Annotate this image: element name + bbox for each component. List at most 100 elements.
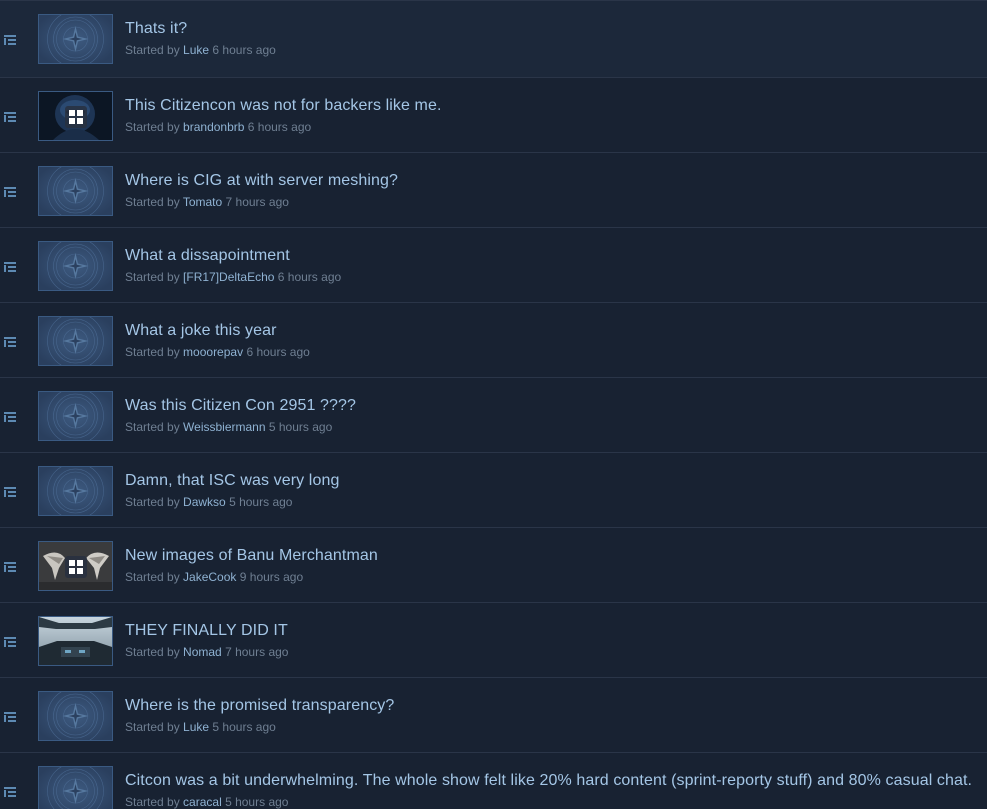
image-gallery-icon <box>65 556 87 578</box>
thread-title[interactable]: Where is CIG at with server meshing? <box>125 172 398 190</box>
thread-row-3[interactable]: Where is CIG at with server meshing? Sta… <box>0 152 987 227</box>
started-by-label: Started by <box>125 420 180 434</box>
thread-row-1[interactable]: Thats it? Started by Luke 6 hours ago <box>0 0 987 77</box>
thread-meta: Started by Luke 6 hours ago <box>125 43 276 57</box>
thread-title[interactable]: What a joke this year <box>125 322 277 340</box>
cockpit-screenshot-icon <box>39 617 112 665</box>
thread-list: Thats it? Started by Luke 6 hours ago Th… <box>0 0 987 809</box>
thread-time: 6 hours ago <box>212 43 276 57</box>
started-by-label: Started by <box>125 43 180 57</box>
discussion-list-icon[interactable] <box>4 32 16 45</box>
thread-meta: Started by [FR17]DeltaEcho 6 hours ago <box>125 270 341 284</box>
started-by-label: Started by <box>125 120 180 134</box>
thread-meta: Started by JakeCook 9 hours ago <box>125 570 303 584</box>
started-by-label: Started by <box>125 495 180 509</box>
thread-thumbnail[interactable] <box>38 541 113 591</box>
started-by-label: Started by <box>125 270 180 284</box>
thread-author[interactable]: Nomad <box>183 645 222 659</box>
discussion-list-icon[interactable] <box>4 559 16 572</box>
thread-meta: Started by Nomad 7 hours ago <box>125 645 288 659</box>
thread-time: 5 hours ago <box>212 720 276 734</box>
thread-author[interactable]: mooorepav <box>183 345 243 359</box>
started-by-label: Started by <box>125 645 180 659</box>
thread-row-11[interactable]: Citcon was a bit underwhelming. The whol… <box>0 752 987 809</box>
discussion-list-icon[interactable] <box>4 484 16 497</box>
thread-time: 9 hours ago <box>239 570 304 584</box>
thread-time: 5 hours ago <box>225 795 289 809</box>
thread-title[interactable]: Thats it? <box>125 20 187 38</box>
thread-title[interactable]: New images of Banu Merchantman <box>125 547 378 565</box>
discussion-list-icon[interactable] <box>4 184 16 197</box>
thread-thumbnail[interactable] <box>38 316 113 366</box>
thread-meta: Started by Weissbiermann 5 hours ago <box>125 420 332 434</box>
thread-thumbnail[interactable] <box>38 466 113 516</box>
started-by-label: Started by <box>125 345 180 359</box>
thread-row-9[interactable]: THEY FINALLY DID IT Started by Nomad 7 h… <box>0 602 987 677</box>
thread-meta: Started by mooorepav 6 hours ago <box>125 345 310 359</box>
star-citizen-emblem-icon <box>39 392 112 440</box>
thread-title[interactable]: Damn, that ISC was very long <box>125 472 339 490</box>
thread-thumbnail[interactable] <box>38 91 113 141</box>
image-gallery-icon <box>65 106 87 128</box>
thread-time: 7 hours ago <box>225 195 289 209</box>
star-citizen-emblem-icon <box>39 767 112 809</box>
thread-thumbnail[interactable] <box>38 14 113 64</box>
started-by-label: Started by <box>125 195 180 209</box>
thread-thumbnail[interactable] <box>38 616 113 666</box>
thread-thumbnail[interactable] <box>38 241 113 291</box>
thread-time: 6 hours ago <box>247 120 312 134</box>
thread-thumbnail[interactable] <box>38 166 113 216</box>
started-by-label: Started by <box>125 720 180 734</box>
thread-time: 6 hours ago <box>277 270 342 284</box>
thread-row-10[interactable]: Where is the promised transparency? Star… <box>0 677 987 752</box>
thread-time: 6 hours ago <box>246 345 310 359</box>
star-citizen-emblem-icon <box>39 15 112 63</box>
thread-time: 5 hours ago <box>268 420 333 434</box>
discussion-list-icon[interactable] <box>4 109 16 122</box>
thread-thumbnail[interactable] <box>38 691 113 741</box>
started-by-label: Started by <box>125 795 180 809</box>
discussion-list-icon[interactable] <box>4 634 16 647</box>
thread-title[interactable]: What a dissapointment <box>125 247 290 265</box>
discussion-list-icon[interactable] <box>4 784 16 797</box>
thread-meta: Started by caracal 5 hours ago <box>125 795 288 809</box>
thread-meta: Started by Dawkso 5 hours ago <box>125 495 292 509</box>
started-by-label: Started by <box>125 570 180 584</box>
discussion-list-icon[interactable] <box>4 409 16 422</box>
thread-author[interactable]: JakeCook <box>183 570 236 584</box>
thread-title[interactable]: THEY FINALLY DID IT <box>125 622 288 640</box>
thread-thumbnail[interactable] <box>38 391 113 441</box>
thread-row-6[interactable]: Was this Citizen Con 2951 ???? Started b… <box>0 377 987 452</box>
thread-author[interactable]: Tomato <box>183 195 222 209</box>
thread-title[interactable]: Was this Citizen Con 2951 ???? <box>125 397 356 415</box>
star-citizen-emblem-icon <box>39 242 112 290</box>
thread-row-5[interactable]: What a joke this year Started by mooorep… <box>0 302 987 377</box>
thread-meta: Started by Luke 5 hours ago <box>125 720 276 734</box>
thread-row-7[interactable]: Damn, that ISC was very long Started by … <box>0 452 987 527</box>
star-citizen-emblem-icon <box>39 317 112 365</box>
thread-row-8[interactable]: New images of Banu Merchantman Started b… <box>0 527 987 602</box>
thread-time: 5 hours ago <box>229 495 293 509</box>
thread-author[interactable]: Luke <box>183 43 209 57</box>
star-citizen-emblem-icon <box>39 167 112 215</box>
star-citizen-emblem-icon <box>39 467 112 515</box>
discussion-list-icon[interactable] <box>4 709 16 722</box>
thread-meta: Started by Tomato 7 hours ago <box>125 195 289 209</box>
thread-thumbnail[interactable] <box>38 766 113 809</box>
thread-title[interactable]: Citcon was a bit underwhelming. The whol… <box>125 772 972 790</box>
thread-time: 7 hours ago <box>225 645 289 659</box>
thread-author[interactable]: [FR17]DeltaEcho <box>183 270 274 284</box>
thread-author[interactable]: Dawkso <box>183 495 226 509</box>
thread-row-2[interactable]: This Citizencon was not for backers like… <box>0 77 987 152</box>
discussion-list-icon[interactable] <box>4 334 16 347</box>
thread-author[interactable]: Weissbiermann <box>183 420 265 434</box>
thread-meta: Started by brandonbrb 6 hours ago <box>125 120 311 134</box>
discussion-list-icon[interactable] <box>4 259 16 272</box>
thread-title[interactable]: Where is the promised transparency? <box>125 697 394 715</box>
thread-title[interactable]: This Citizencon was not for backers like… <box>125 97 442 115</box>
thread-author[interactable]: brandonbrb <box>183 120 244 134</box>
thread-row-4[interactable]: What a dissapointment Started by [FR17]D… <box>0 227 987 302</box>
thread-author[interactable]: caracal <box>183 795 222 809</box>
star-citizen-emblem-icon <box>39 692 112 740</box>
thread-author[interactable]: Luke <box>183 720 209 734</box>
